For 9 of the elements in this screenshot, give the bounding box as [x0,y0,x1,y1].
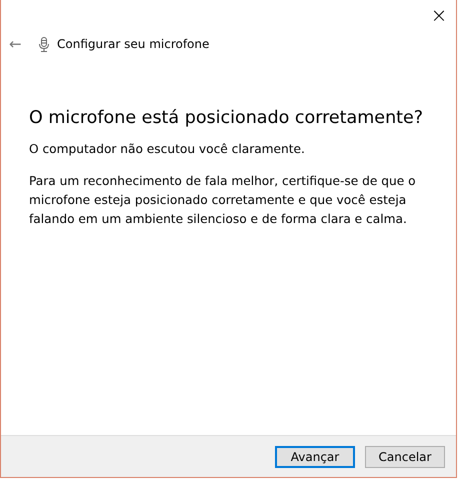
paragraph: O computador não escutou você claramente. [29,141,306,158]
heading: O microfone está posicionado corretamente? [29,107,424,130]
back-button[interactable]: ← [9,35,25,53]
close-button[interactable]: × [424,5,454,25]
window-title: Configurar seu microfone [57,37,210,51]
next-button[interactable]: Avançar [275,446,355,468]
paragraph: Para um reconhecimento de fala melhor, certifique-se de que o microfone esteja posicionado corretamente e que você esteja falando em um ambiente silencioso e de forma clara e calma. [29,173,417,228]
cancel-button[interactable]: Cancelar [365,446,445,468]
microphone-icon [39,36,49,52]
